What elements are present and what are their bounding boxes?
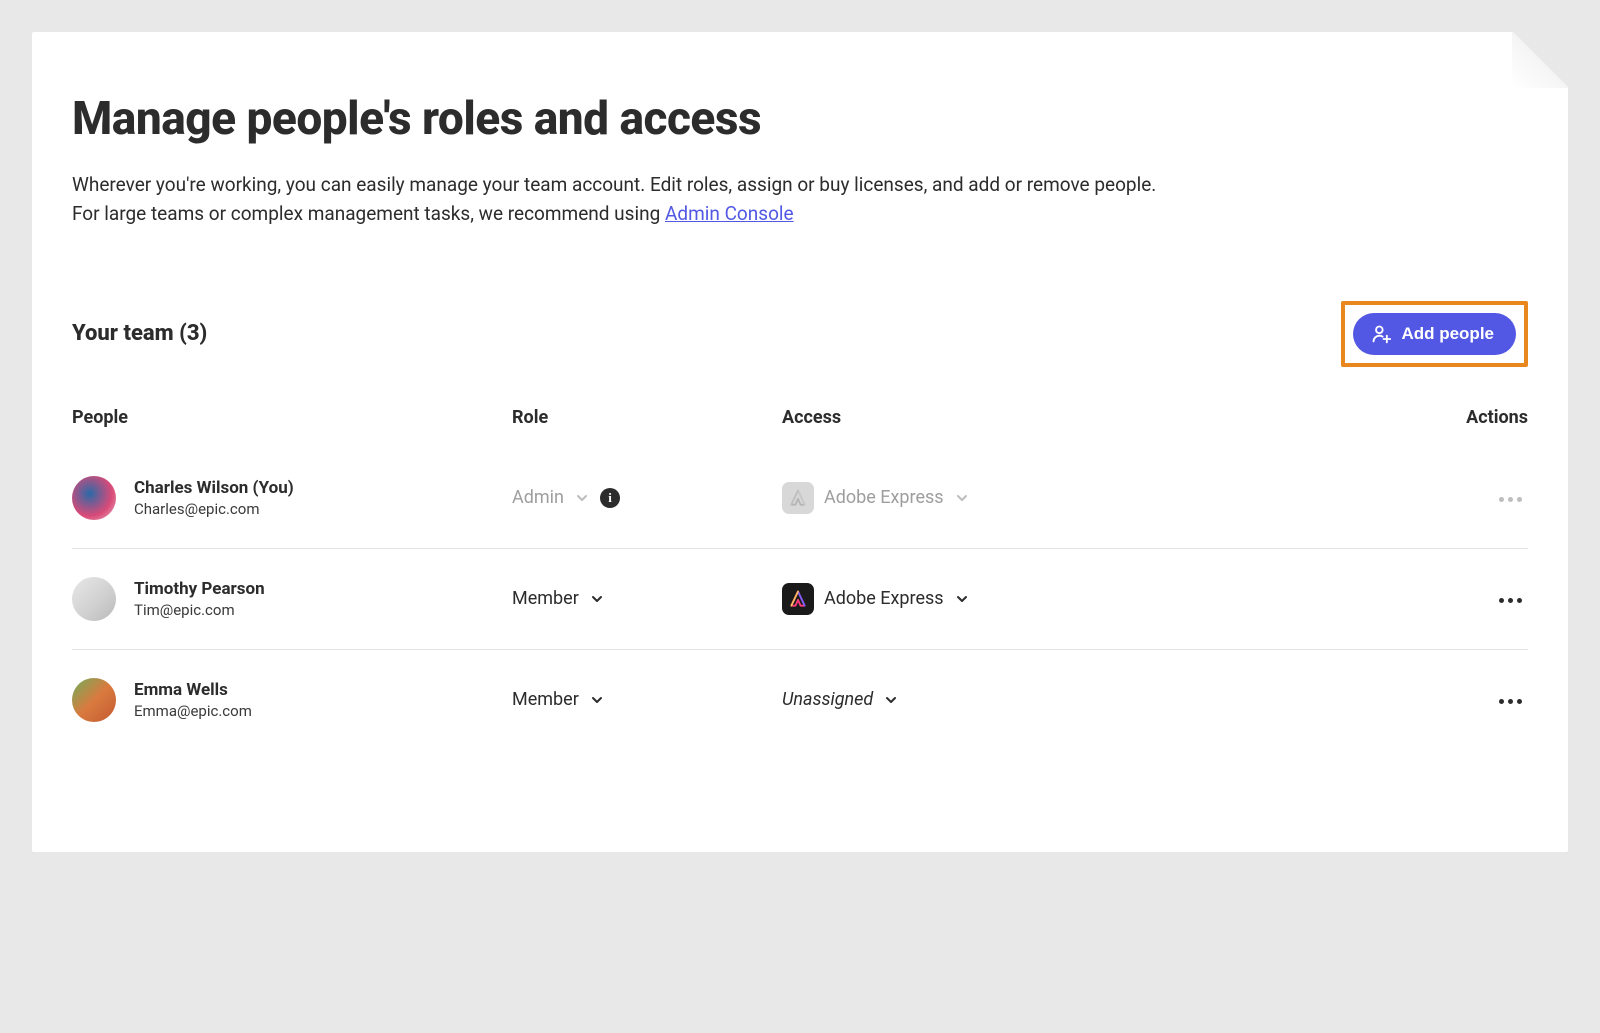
people-cell: Charles Wilson (You) Charles@epic.com (72, 476, 512, 520)
access-select[interactable]: Unassigned (782, 689, 1428, 710)
add-person-icon (1371, 324, 1391, 344)
access-select: Adobe Express (782, 482, 1428, 514)
subtitle-line-1: Wherever you're working, you can easily … (72, 173, 1156, 196)
column-header-access: Access (782, 407, 1428, 428)
person-email: Tim@epic.com (134, 601, 265, 619)
info-icon[interactable]: i (600, 488, 620, 508)
role-select[interactable]: Member (512, 689, 782, 710)
person-name: Emma Wells (134, 680, 252, 700)
avatar (72, 476, 116, 520)
avatar (72, 678, 116, 722)
adobe-express-icon (782, 583, 814, 615)
chevron-down-icon (954, 591, 970, 607)
role-value: Member (512, 689, 579, 710)
page-subtitle: Wherever you're working, you can easily … (72, 170, 1272, 229)
person-name: Timothy Pearson (134, 579, 265, 599)
person-info: Timothy Pearson Tim@epic.com (134, 579, 265, 619)
person-name: Charles Wilson (You) (134, 478, 294, 498)
access-value: Unassigned (782, 689, 873, 710)
access-select[interactable]: Adobe Express (782, 583, 1428, 615)
role-select: Admin i (512, 487, 782, 508)
people-cell: Emma Wells Emma@epic.com (72, 678, 512, 722)
actions-cell (1428, 689, 1528, 710)
role-value: Admin (512, 487, 564, 508)
table-row: Timothy Pearson Tim@epic.com Member Adobe E… (72, 549, 1528, 650)
team-header: Your team (3) Add people (72, 301, 1528, 367)
actions-cell (1428, 588, 1528, 609)
person-info: Emma Wells Emma@epic.com (134, 680, 252, 720)
person-email: Charles@epic.com (134, 500, 294, 518)
add-people-button[interactable]: Add people (1353, 313, 1516, 355)
column-header-role: Role (512, 407, 782, 428)
chevron-down-icon (574, 490, 590, 506)
table-header: People Role Access Actions (72, 403, 1528, 448)
actions-cell (1428, 487, 1528, 508)
people-cell: Timothy Pearson Tim@epic.com (72, 577, 512, 621)
add-people-label: Add people (1401, 324, 1494, 344)
avatar (72, 577, 116, 621)
person-email: Emma@epic.com (134, 702, 252, 720)
team-title: Your team (3) (72, 321, 207, 346)
column-header-people: People (72, 407, 512, 428)
person-info: Charles Wilson (You) Charles@epic.com (134, 478, 294, 518)
role-value: Member (512, 588, 579, 609)
access-value: Adobe Express (824, 487, 944, 508)
add-people-highlight: Add people (1341, 301, 1528, 367)
table-body: Charles Wilson (You) Charles@epic.com Admi… (72, 448, 1528, 750)
chevron-down-icon (954, 490, 970, 506)
access-value: Adobe Express (824, 588, 944, 609)
column-header-actions: Actions (1428, 407, 1528, 428)
role-select[interactable]: Member (512, 588, 782, 609)
page-title: Manage people's roles and access (72, 92, 1528, 146)
admin-console-link[interactable]: Admin Console (665, 202, 794, 225)
page-card: Manage people's roles and access Whereve… (32, 32, 1568, 852)
table-row: Emma Wells Emma@epic.com Member Unassigned (72, 650, 1528, 750)
chevron-down-icon (883, 692, 899, 708)
subtitle-line-2: For large teams or complex management ta… (72, 202, 665, 225)
table-row: Charles Wilson (You) Charles@epic.com Admi… (72, 448, 1528, 549)
more-actions-button[interactable] (1493, 491, 1528, 508)
chevron-down-icon (589, 591, 605, 607)
adobe-express-icon (782, 482, 814, 514)
chevron-down-icon (589, 692, 605, 708)
more-actions-button[interactable] (1493, 592, 1528, 609)
more-actions-button[interactable] (1493, 693, 1528, 710)
page-curl-decoration (1512, 32, 1568, 88)
